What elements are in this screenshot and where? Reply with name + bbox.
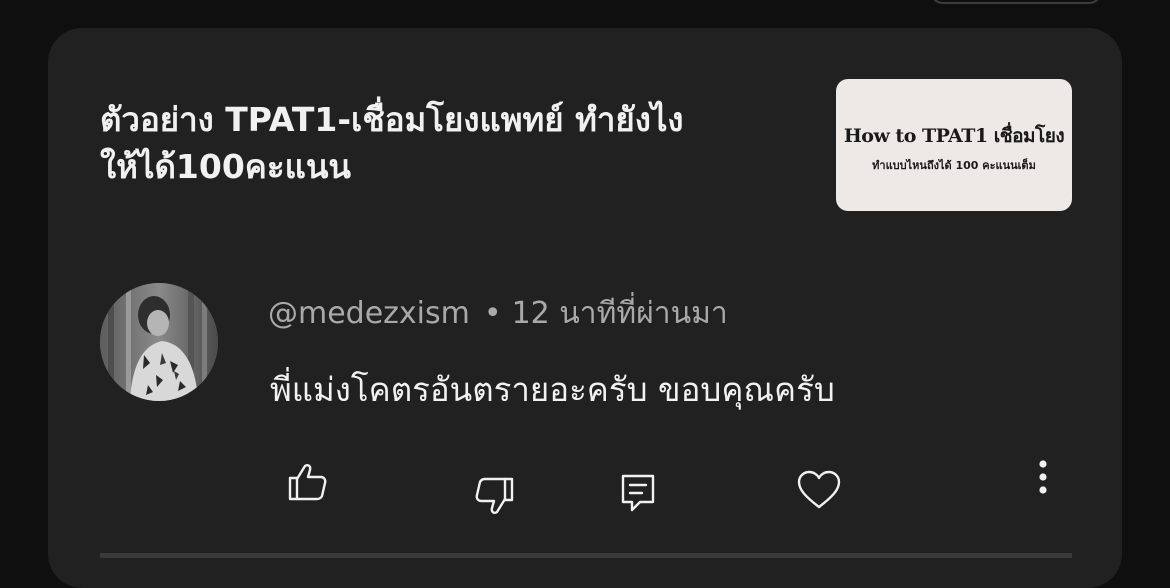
reply-button[interactable]: [618, 472, 658, 514]
divider: [100, 553, 1072, 558]
dislike-button[interactable]: [472, 474, 516, 518]
meta-separator: •: [483, 296, 502, 331]
thumbs-up-icon: [288, 464, 327, 501]
comment-author[interactable]: @medezxism: [268, 296, 470, 331]
top-chip[interactable]: [930, 0, 1102, 4]
comment-reply-icon: [621, 474, 655, 512]
video-title[interactable]: ตัวอย่าง TPAT1-เชื่อมโยงแพทย์ ทำยังไง ให…: [100, 96, 800, 190]
video-title-line-1: ตัวอย่าง TPAT1-เชื่อมโยงแพทย์ ทำยังไง: [100, 100, 684, 139]
like-button[interactable]: [286, 460, 330, 504]
avatar-image: [100, 283, 218, 401]
more-vert-icon: [1039, 460, 1047, 494]
thumbnail-title: How to TPAT1 เชื่อมโยง: [843, 125, 1065, 147]
comment-time: 12 นาทีที่ผ่านมา: [511, 296, 728, 331]
comment-card: ตัวอย่าง TPAT1-เชื่อมโยงแพทย์ ทำยังไง ให…: [48, 28, 1122, 588]
heart-button[interactable]: [796, 469, 842, 511]
comment-meta: @medezxism • 12 นาทีที่ผ่านมา: [268, 290, 728, 337]
comment-text: พี่แม่งโคตรอันตรายอะครับ ขอบคุณครับ: [270, 370, 835, 409]
heart-icon: [797, 470, 841, 509]
avatar[interactable]: [100, 283, 218, 401]
video-thumbnail[interactable]: How to TPAT1 เชื่อมโยง ทำแบบไหนถึงได้ 10…: [836, 79, 1072, 211]
video-title-line-2: ให้ได้100คะแนน: [100, 147, 351, 186]
thumbnail-subtitle: ทำแบบไหนถึงได้ 100 คะแนนเต็ม: [872, 159, 1036, 172]
more-options-button[interactable]: [1031, 459, 1055, 499]
thumbs-down-icon: [475, 477, 514, 514]
